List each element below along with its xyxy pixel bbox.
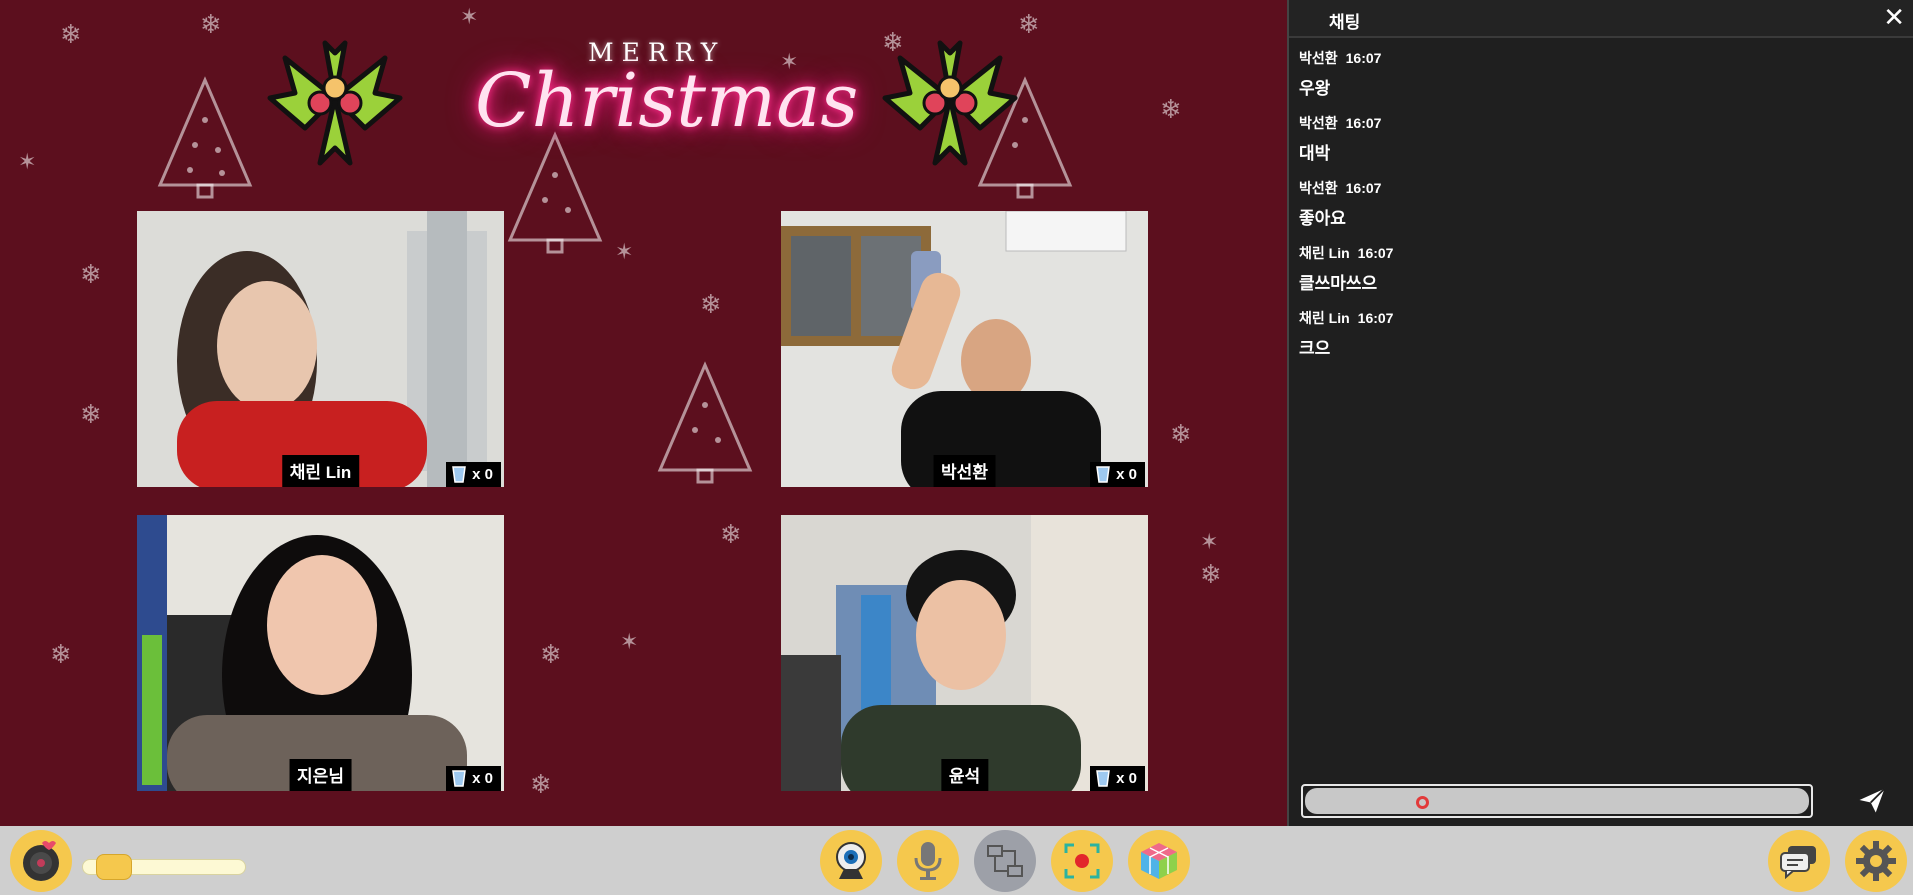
cup-icon (1096, 466, 1110, 483)
drink-counter: x 0 (446, 766, 501, 791)
chat-toggle-button[interactable] (1768, 830, 1830, 892)
holly-icon (882, 40, 1018, 166)
message-time: 16:07 (1345, 50, 1382, 66)
message-time: 16:07 (1357, 245, 1394, 261)
message-author: 채린 Lin (1299, 245, 1350, 261)
snowflake-icon: ❄ (1170, 420, 1192, 450)
chat-panel: 채팅 ✕ 박선환 16:07 우왕 박선환 16:07 대박 박선환 16:07 좋아… (1287, 0, 1913, 826)
video-tile[interactable]: 채린 Lin x 0 (137, 211, 504, 487)
message-author: 박선환 (1299, 50, 1338, 66)
star-icon: ✶ (18, 150, 37, 175)
participant-name: 박선환 (933, 455, 996, 487)
video-tile[interactable]: 박선환 x 0 (781, 211, 1148, 487)
record-button[interactable] (1051, 830, 1113, 892)
snowflake-icon: ❄ (80, 400, 102, 430)
message-text: 대박 (1299, 144, 1331, 163)
holly-icon (267, 40, 403, 166)
snowflake-icon: ❄ (1200, 560, 1222, 590)
volume-slider[interactable] (82, 854, 246, 880)
mic-button[interactable] (897, 830, 959, 892)
chat-message: 박선환 16:07 우왕 (1299, 48, 1381, 99)
message-time: 16:07 (1345, 115, 1382, 131)
music-disc-icon (23, 841, 59, 881)
message-author: 박선환 (1299, 180, 1338, 196)
participant-video (781, 211, 1148, 487)
chat-bubble-icon (1780, 846, 1816, 879)
message-text: 크으 (1299, 339, 1331, 358)
cup-icon (1096, 770, 1110, 787)
camera-button[interactable] (820, 830, 882, 892)
snowflake-icon: ❄ (700, 290, 722, 320)
snowflake-icon: ❄ (540, 640, 562, 670)
game-button[interactable] (1128, 830, 1190, 892)
participant-name: 채린 Lin (281, 455, 360, 487)
message-text: 클쓰마쓰으 (1299, 274, 1378, 293)
drink-counter: x 0 (1090, 766, 1145, 791)
snowflake-icon: ❄ (200, 10, 222, 40)
bottom-toolbar (0, 826, 1913, 895)
star-icon: ✶ (620, 630, 639, 655)
christmas-tree-icon (507, 131, 603, 254)
message-time: 16:07 (1345, 180, 1382, 196)
chat-input[interactable] (1305, 788, 1809, 814)
music-button[interactable] (10, 830, 72, 892)
gear-icon (1856, 841, 1896, 881)
chat-header: 채팅 ✕ (1289, 0, 1913, 38)
chat-message: 채린 Lin 16:07 크으 (1299, 308, 1393, 359)
microphone-icon (914, 842, 942, 880)
video-tile[interactable]: 지은님 x 0 (137, 515, 504, 791)
star-icon: ✶ (1200, 530, 1219, 555)
participant-name: 지은님 (289, 759, 352, 791)
participant-video (137, 515, 504, 791)
snowflake-icon: ❄ (1160, 95, 1182, 125)
snowflake-icon: ❄ (530, 770, 552, 800)
snowflake-icon: ❄ (80, 260, 102, 290)
participant-name: 윤석 (940, 759, 989, 791)
layout-button[interactable] (974, 830, 1036, 892)
record-icon (1064, 843, 1100, 879)
star-icon: ✶ (460, 5, 479, 30)
drink-count: x 0 (1116, 769, 1137, 787)
chat-message: 박선환 16:07 대박 (1299, 113, 1381, 164)
cube-game-icon (1141, 843, 1177, 879)
star-icon: ✶ (615, 240, 634, 265)
christmas-tree-icon (657, 361, 753, 484)
message-text: 좋아요 (1299, 209, 1346, 228)
drink-counter: x 0 (1090, 462, 1145, 487)
participant-video (781, 515, 1148, 791)
snowflake-icon: ❄ (60, 20, 82, 50)
christmas-title: Christmas (475, 58, 859, 144)
message-author: 박선환 (1299, 115, 1338, 131)
drink-count: x 0 (1116, 465, 1137, 483)
settings-button[interactable] (1845, 830, 1907, 892)
snowflake-icon: ❄ (1018, 10, 1040, 40)
cup-icon (452, 466, 466, 483)
volume-handle[interactable] (96, 854, 132, 880)
chat-message: 박선환 16:07 좋아요 (1299, 178, 1381, 229)
webcam-icon (836, 842, 866, 879)
chat-message: 채린 Lin 16:07 클쓰마쓰으 (1299, 243, 1393, 294)
cup-icon (452, 770, 466, 787)
drink-count: x 0 (472, 769, 493, 787)
message-text: 우왕 (1299, 79, 1331, 98)
christmas-tree-icon (157, 76, 253, 199)
drink-counter: x 0 (446, 462, 501, 487)
video-tile[interactable]: 윤석 x 0 (781, 515, 1148, 791)
message-time: 16:07 (1357, 310, 1394, 326)
message-author: 채린 Lin (1299, 310, 1350, 326)
drink-count: x 0 (472, 465, 493, 483)
snowflake-icon: ❄ (720, 520, 742, 550)
video-stage: ❄ ❄ ✶ ❄ ❄ ❄ ❄ ❄ ❄ ❄ ❄ ❄ ❄ ❄ ❄ ✶ ✶ ✶ ✶ ✶ … (0, 0, 1287, 826)
close-icon[interactable]: ✕ (1883, 3, 1905, 33)
chat-title: 채팅 (1329, 13, 1361, 32)
participant-video (137, 211, 504, 487)
chat-input-frame (1301, 784, 1813, 818)
send-icon[interactable] (1857, 785, 1887, 815)
snowflake-icon: ❄ (50, 640, 72, 670)
layout-icon (987, 845, 1023, 877)
